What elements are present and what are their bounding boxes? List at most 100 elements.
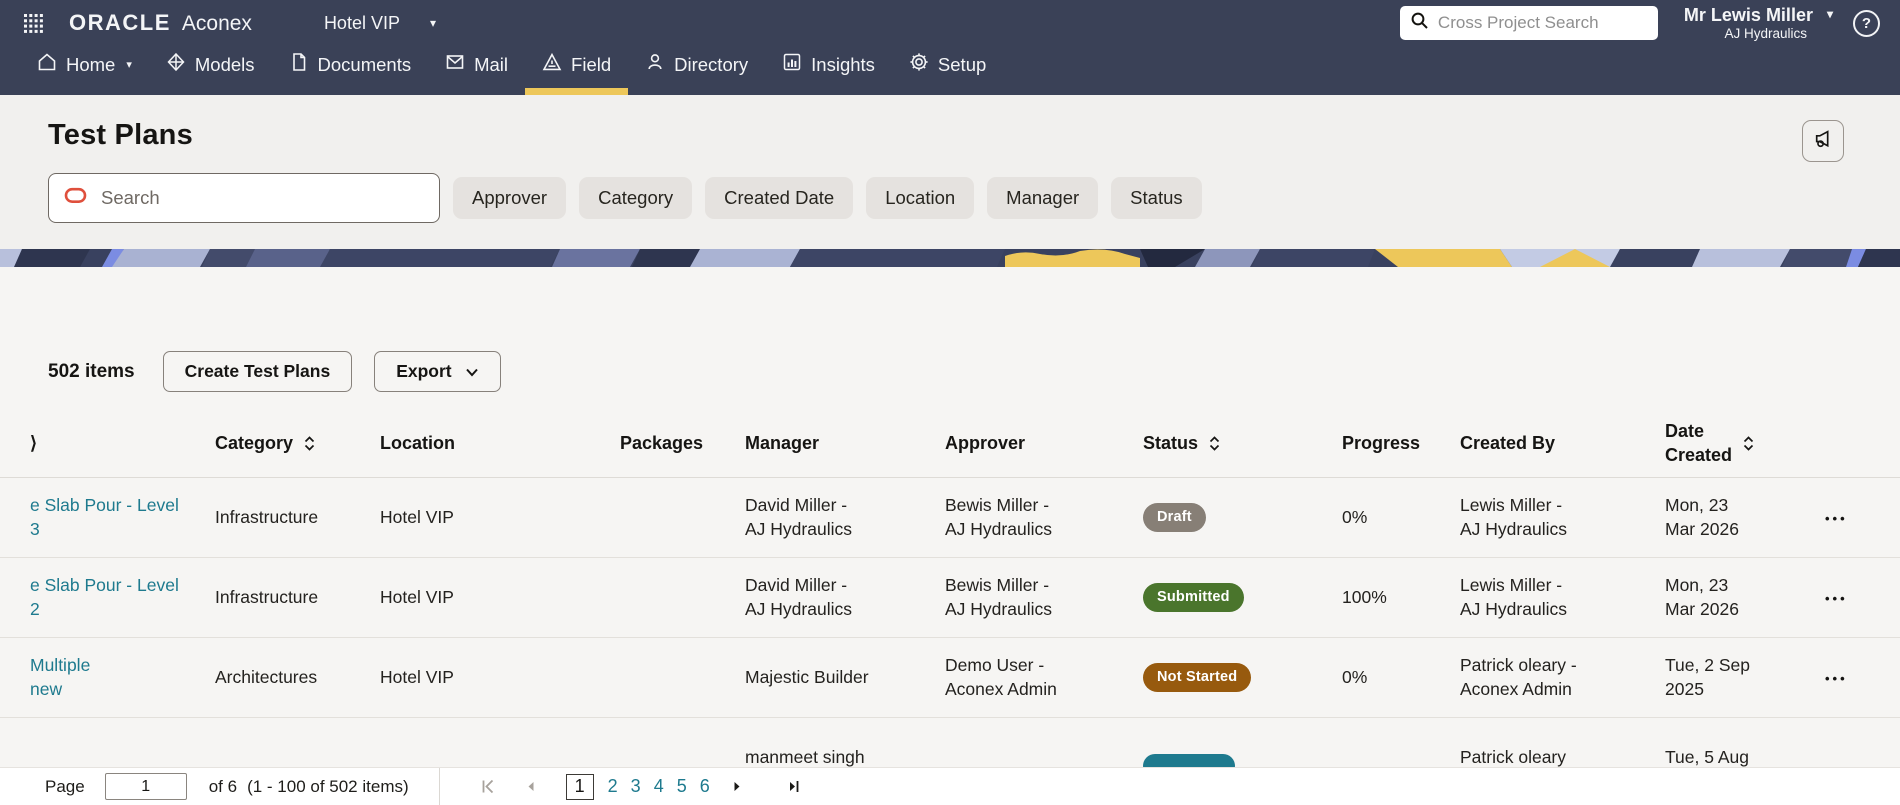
filter-row: Approver Category Created Date Location …	[48, 173, 1844, 223]
filter-chip-manager[interactable]: Manager	[987, 177, 1099, 219]
test-plan-link[interactable]: e Slab Pour - Level 2	[30, 575, 179, 618]
banner-art	[0, 249, 1900, 267]
search-box[interactable]	[48, 173, 440, 223]
column-header-status[interactable]: Status	[1143, 432, 1342, 456]
status-badge: Submitted	[1143, 582, 1244, 613]
announcement-button[interactable]	[1802, 120, 1844, 162]
megaphone-icon	[1812, 128, 1835, 154]
page-title: Test Plans	[48, 119, 193, 151]
status-badge: Not Started	[1143, 662, 1252, 693]
column-header-manager[interactable]: Manager	[745, 432, 945, 456]
chevron-down-icon: ▾	[1826, 7, 1833, 22]
filter-chip-approver[interactable]: Approver	[453, 177, 567, 219]
topbar-primary-row: ORACLE Aconex Hotel VIP ▾ Mr Lewis Mille…	[0, 0, 1900, 46]
cell-created-by: Lewis Miller - AJ Hydraulics	[1460, 495, 1567, 539]
status-badge: Draft	[1143, 502, 1206, 533]
cell-date-created: Tue, 5 Aug	[1665, 746, 1749, 767]
row-menu-button[interactable]: •••	[1825, 591, 1848, 606]
cell-location: Hotel VIP	[380, 666, 454, 687]
nav-documents[interactable]: Documents	[272, 46, 429, 95]
page-link-5[interactable]: 5	[677, 776, 687, 797]
sort-icon[interactable]	[1742, 434, 1755, 453]
filter-chip-location[interactable]: Location	[866, 177, 975, 219]
previous-page-button[interactable]	[523, 778, 540, 795]
column-header-truncated: ⟩	[30, 432, 38, 453]
row-menu-button[interactable]: •••	[1825, 671, 1848, 686]
sort-icon[interactable]	[1208, 434, 1221, 453]
nav-label: Documents	[317, 53, 412, 75]
page-link-2[interactable]: 2	[608, 776, 618, 797]
cell-created-by: Lewis Miller - AJ Hydraulics	[1460, 575, 1567, 619]
cross-project-search[interactable]	[1399, 6, 1658, 40]
cell-manager: David Miller - AJ Hydraulics	[745, 575, 852, 619]
filter-chip-created-date[interactable]: Created Date	[705, 177, 854, 219]
directory-icon	[645, 52, 665, 77]
cell-location: Hotel VIP	[380, 506, 454, 527]
page-link-6[interactable]: 6	[700, 776, 710, 797]
table-row: e Slab Pour - Level 3 Infrastructure Hot…	[0, 478, 1900, 558]
sort-icon[interactable]	[303, 434, 316, 453]
row-menu-button[interactable]: •••	[1825, 511, 1848, 526]
insights-icon	[782, 52, 802, 77]
nav-label: Mail	[474, 53, 509, 75]
document-icon	[289, 52, 309, 77]
page-label: Page	[45, 776, 85, 796]
cell-category: Architectures	[215, 666, 318, 687]
filter-chip-category[interactable]: Category	[579, 177, 693, 219]
user-menu[interactable]: Mr Lewis Miller ▾ AJ Hydraulics	[1684, 5, 1833, 41]
apps-grid-icon[interactable]	[24, 13, 43, 33]
field-icon	[542, 52, 562, 77]
nav-setup[interactable]: Setup	[892, 46, 1003, 95]
cross-project-search-input[interactable]	[1437, 13, 1648, 33]
cell-location: Hotel VIP	[380, 586, 454, 607]
nav-mail[interactable]: Mail	[428, 46, 525, 95]
cell-created-by: Patrick oleary	[1460, 746, 1567, 767]
cell-created-by: Patrick oleary - Aconex Admin	[1460, 655, 1577, 699]
next-page-button[interactable]	[728, 778, 745, 795]
nav-directory[interactable]: Directory	[628, 46, 765, 95]
nav-label: Insights	[811, 53, 875, 75]
search-input[interactable]	[101, 187, 424, 209]
column-header-created-by[interactable]: Created By	[1460, 432, 1665, 456]
cell-approver: Bewis Miller - AJ Hydraulics	[945, 495, 1052, 539]
page-link-3[interactable]: 3	[631, 776, 641, 797]
filter-chip-status[interactable]: Status	[1111, 177, 1202, 219]
chevron-down-icon: ▾	[126, 59, 132, 71]
cell-manager: David Miller - AJ Hydraulics	[745, 495, 852, 539]
column-header-category[interactable]: Category	[215, 432, 380, 456]
nav-home[interactable]: Home ▾	[20, 46, 149, 95]
test-plans-table: ⟩ Category Location Packages Manager App…	[0, 410, 1900, 798]
nav-field[interactable]: Field	[525, 46, 629, 95]
cell-progress: 0%	[1342, 666, 1368, 687]
test-plan-link[interactable]: Multiple new	[30, 655, 90, 698]
nav-label: Models	[194, 53, 255, 75]
table-header-row: ⟩ Category Location Packages Manager App…	[0, 410, 1900, 478]
items-count: 502 items	[48, 360, 135, 382]
page-link-4[interactable]: 4	[654, 776, 664, 797]
cell-date-created: Mon, 23 Mar 2026	[1665, 495, 1739, 539]
column-header-packages[interactable]: Packages	[620, 432, 745, 456]
export-button[interactable]: Export	[374, 351, 501, 392]
nav-label: Directory	[674, 53, 749, 75]
nav-models[interactable]: Models	[149, 46, 272, 95]
oracle-o-icon	[64, 187, 87, 209]
nav-label: Field	[571, 53, 612, 75]
current-page[interactable]: 1	[565, 773, 594, 800]
help-label: ?	[1861, 14, 1872, 32]
page-number-input[interactable]	[104, 773, 187, 800]
first-page-button[interactable]	[480, 778, 497, 795]
project-selector[interactable]: Hotel VIP ▾	[324, 13, 436, 34]
list-toolbar: 502 items Create Test Plans Export	[48, 351, 1900, 392]
test-plan-link[interactable]: e Slab Pour - Level 3	[30, 495, 179, 538]
column-header-progress[interactable]: Progress	[1342, 432, 1460, 456]
module-nav: Home ▾ Models Documents Mail Field Direc…	[0, 46, 1900, 95]
cell-category: Infrastructure	[215, 586, 319, 607]
last-page-button[interactable]	[785, 778, 802, 795]
create-test-plans-button[interactable]: Create Test Plans	[162, 351, 353, 392]
nav-label: Setup	[937, 53, 987, 75]
column-header-date-created[interactable]: Date Created	[1665, 420, 1805, 468]
nav-insights[interactable]: Insights	[765, 46, 892, 95]
column-header-location[interactable]: Location	[380, 432, 620, 456]
help-button[interactable]: ?	[1853, 9, 1880, 37]
column-header-approver[interactable]: Approver	[945, 432, 1143, 456]
